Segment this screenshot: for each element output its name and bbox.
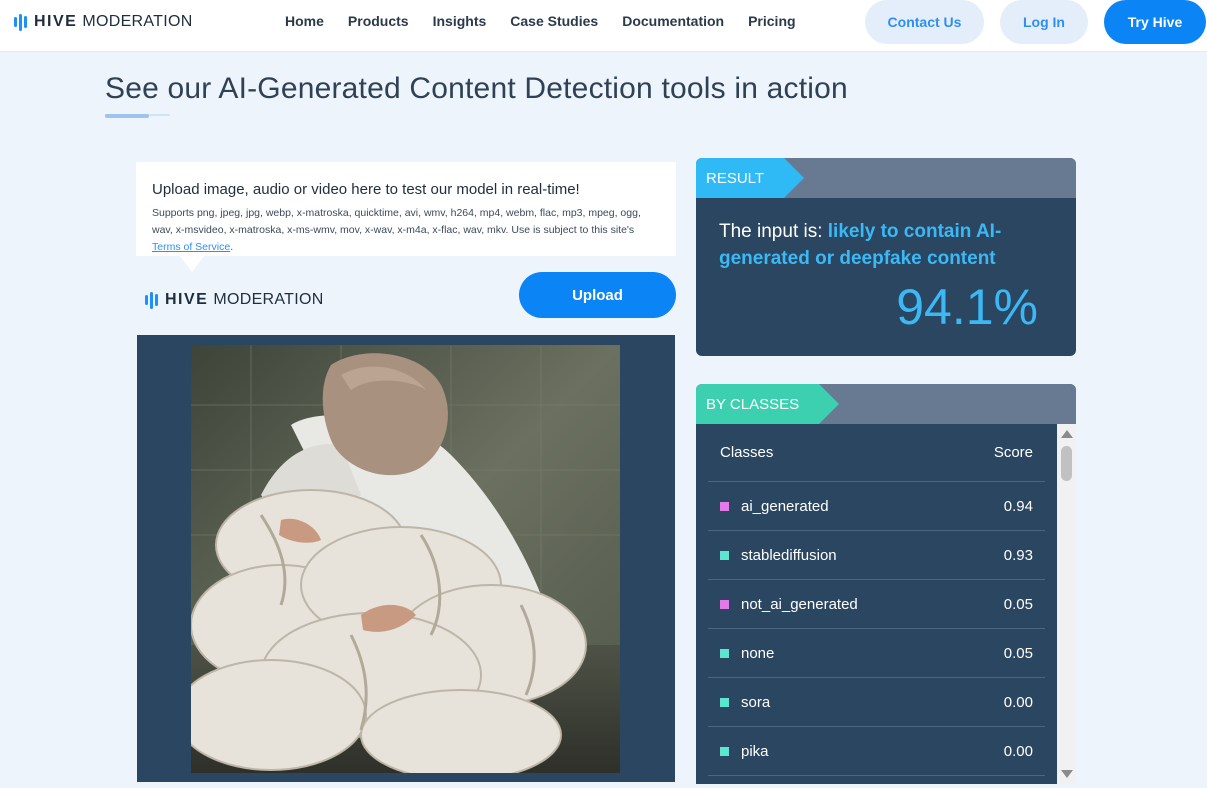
hive-logo[interactable]: HIVE MODERATION (14, 13, 193, 31)
nav-link-home[interactable]: Home (285, 13, 324, 29)
classes-card: BY CLASSES Classes Score ai_generated 0.… (696, 384, 1076, 784)
class-color-swatch (720, 746, 729, 756)
page-title: See our AI-Generated Content Detection t… (105, 72, 848, 105)
scroll-down-arrow-icon[interactable] (1061, 770, 1073, 778)
supported-formats-list: Supports png, jpeg, jpg, webp, x-matrosk… (152, 207, 641, 236)
scrollbar-thumb[interactable] (1061, 446, 1072, 481)
hive-moderation-logo: HIVE MODERATION (145, 291, 324, 309)
class-score: 0.00 (1003, 693, 1033, 711)
log-in-button[interactable]: Log In (1000, 0, 1088, 44)
classes-table: Classes Score ai_generated 0.94 stabledi… (708, 424, 1045, 776)
table-row: ai_generated 0.94 (708, 482, 1045, 531)
table-row: none 0.05 (708, 629, 1045, 678)
class-score: 0.05 (1003, 644, 1033, 662)
class-color-swatch (720, 648, 729, 658)
class-color-swatch (720, 550, 729, 560)
classes-scrollbar[interactable] (1057, 424, 1076, 784)
result-card-header: RESULT (696, 158, 1076, 198)
class-name: ai_generated (741, 497, 829, 515)
logo-word-hive: HIVE (165, 291, 209, 308)
nav-links: Home Products Insights Case Studies Docu… (285, 0, 820, 42)
class-name: none (741, 644, 775, 662)
class-score: 0.00 (1003, 742, 1033, 760)
contact-us-button[interactable]: Contact Us (865, 0, 984, 44)
class-color-swatch (720, 501, 729, 511)
column-header-classes: Classes (720, 444, 774, 461)
terms-of-service-link[interactable]: Terms of Service (152, 241, 230, 253)
column-header-score: Score (993, 444, 1033, 461)
try-hive-button[interactable]: Try Hive (1104, 0, 1206, 44)
nav-link-pricing[interactable]: Pricing (748, 13, 795, 29)
upload-title: Upload image, audio or video here to tes… (152, 181, 580, 198)
preview-illustration (191, 345, 620, 773)
result-card: RESULT The input is: likely to contain A… (696, 158, 1076, 356)
result-tag: RESULT (696, 158, 805, 198)
upload-instructions-card: Upload image, audio or video here to tes… (136, 162, 676, 272)
result-text: The input is: likely to contain AI-gener… (719, 218, 1039, 272)
hive-logo-icon (14, 13, 27, 31)
table-row: stablediffusion 0.93 (708, 531, 1045, 580)
nav-link-products[interactable]: Products (348, 13, 409, 29)
classes-table-header: Classes Score (708, 424, 1045, 482)
by-classes-tag: BY CLASSES (696, 384, 840, 424)
class-color-swatch (720, 697, 729, 707)
nav-link-documentation[interactable]: Documentation (622, 13, 724, 29)
hive-logo-icon (145, 291, 158, 309)
classes-card-header: BY CLASSES (696, 384, 1076, 424)
scroll-up-arrow-icon[interactable] (1061, 430, 1073, 438)
result-prefix: The input is: (719, 221, 828, 242)
class-name: stablediffusion (741, 546, 837, 564)
uploaded-media-panel (137, 335, 675, 782)
result-percentage: 94.1% (896, 279, 1038, 335)
nav-link-insights[interactable]: Insights (433, 13, 487, 29)
title-underline (105, 114, 170, 118)
formats-suffix: . (230, 241, 234, 253)
class-score: 0.05 (1003, 595, 1033, 613)
class-score: 0.93 (1003, 546, 1033, 564)
class-name: pika (741, 742, 769, 760)
upload-button[interactable]: Upload (519, 272, 676, 318)
logo-word-hive: HIVE (34, 13, 78, 30)
top-navbar: HIVE MODERATION Home Products Insights C… (0, 0, 1207, 52)
table-row: not_ai_generated 0.05 (708, 580, 1045, 629)
nav-link-case-studies[interactable]: Case Studies (510, 13, 598, 29)
class-color-swatch (720, 599, 729, 609)
class-score: 0.94 (1003, 497, 1033, 515)
table-row: sora 0.00 (708, 678, 1045, 727)
logo-word-moderation: MODERATION (82, 13, 193, 30)
uploaded-image-preview (191, 345, 620, 773)
table-row: pika 0.00 (708, 727, 1045, 776)
class-name: not_ai_generated (741, 595, 858, 613)
logo-word-moderation: MODERATION (213, 291, 324, 308)
supported-formats-text: Supports png, jpeg, jpg, webp, x-matrosk… (152, 205, 660, 256)
class-name: sora (741, 693, 771, 711)
